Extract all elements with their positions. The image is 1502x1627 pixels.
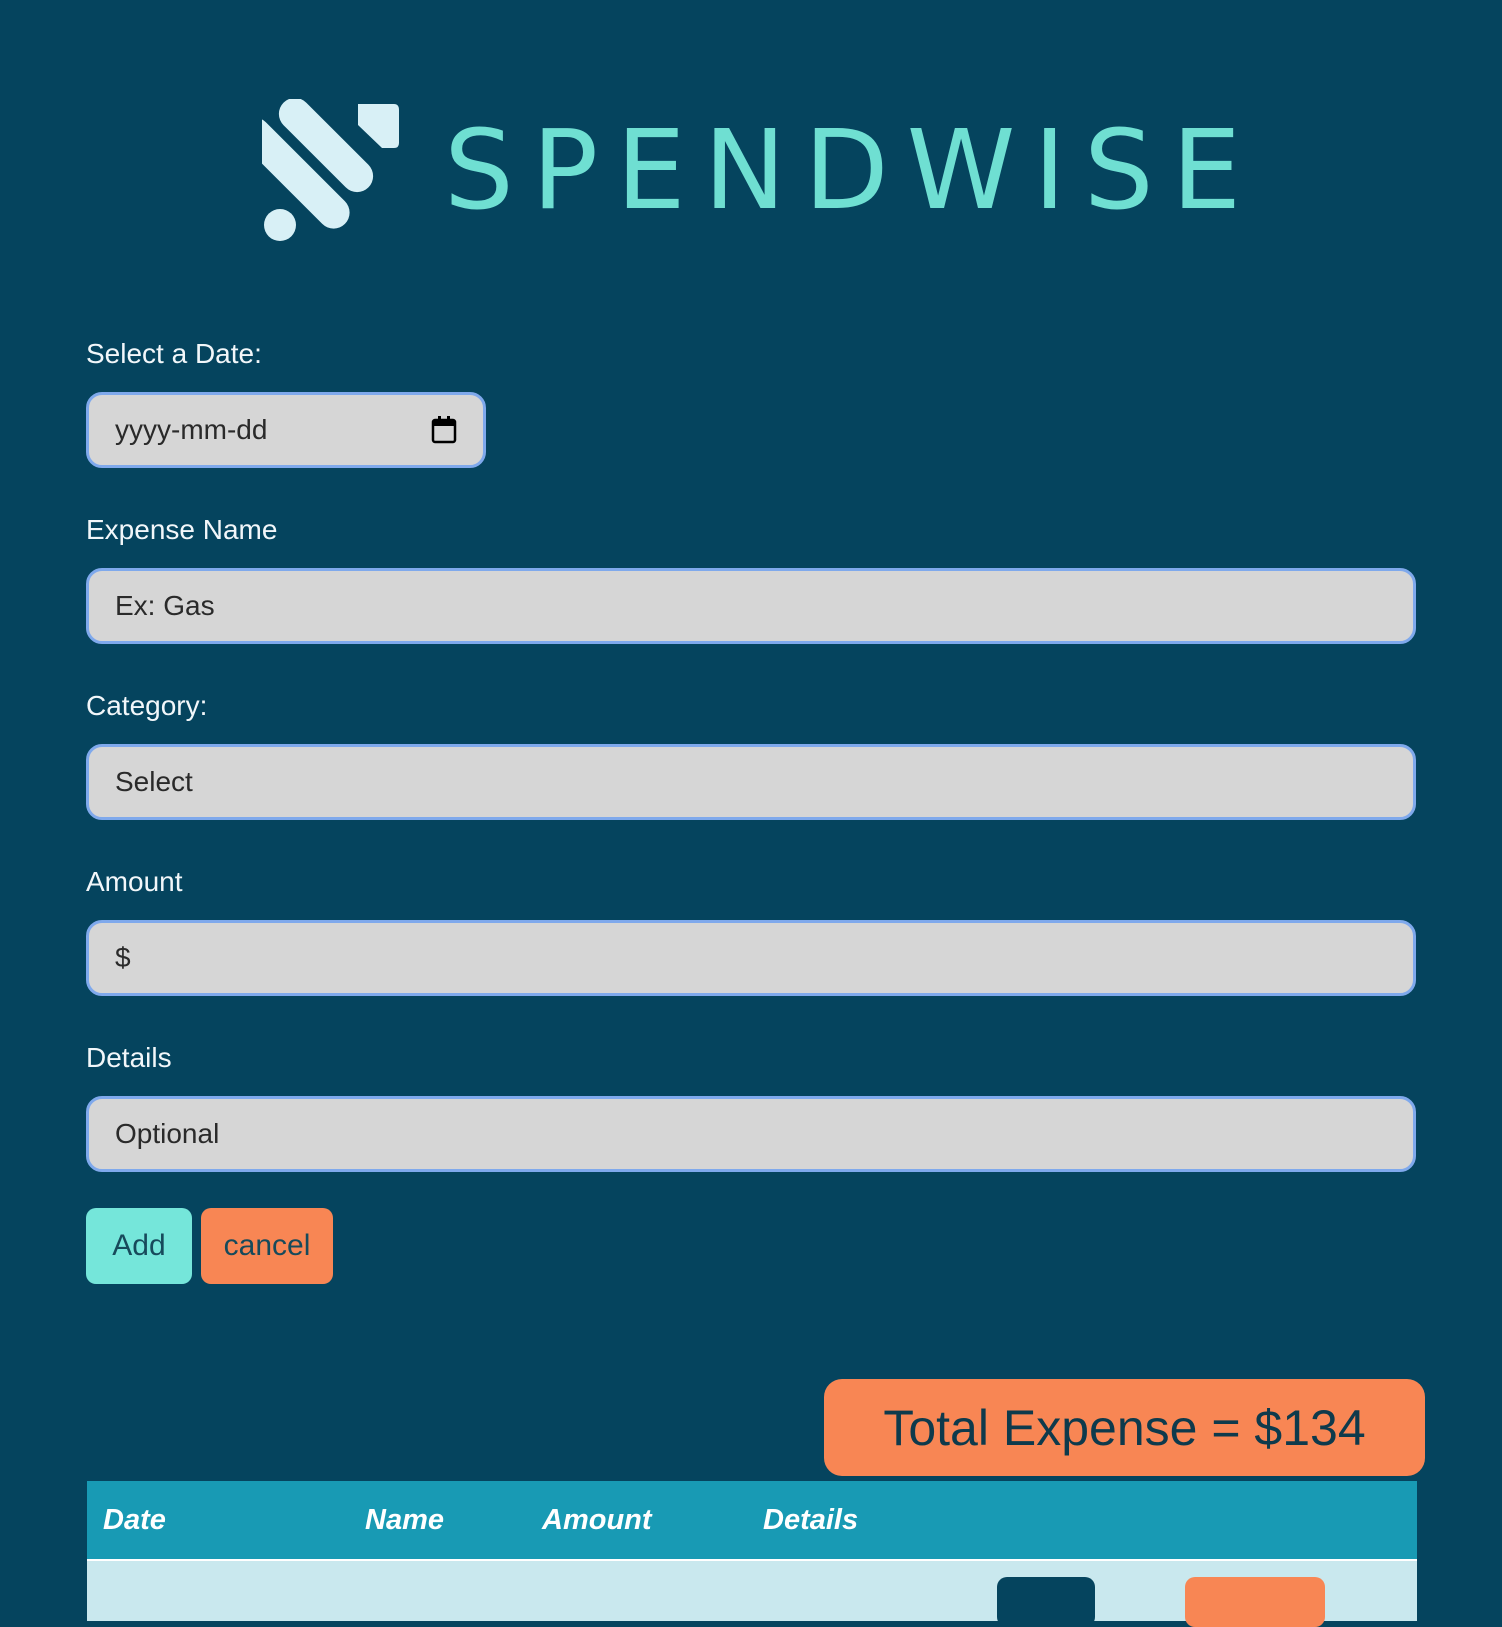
category-selected-value: Select [115,766,193,797]
logo: SPENDWISE [262,96,1259,244]
add-button[interactable]: Add [86,1208,192,1284]
expense-name-input[interactable]: Ex: Gas [86,568,1416,644]
expense-name-placeholder: Ex: Gas [115,590,215,621]
cancel-button[interactable]: cancel [201,1208,333,1284]
date-placeholder: yyyy-mm-dd [115,414,268,445]
details-label: Details [86,1042,172,1073]
column-header-name: Name [365,1503,444,1536]
column-header-amount: Amount [542,1503,652,1536]
column-header-date: Date [103,1503,166,1536]
amount-input[interactable]: $ [86,920,1416,996]
amount-label: Amount [86,866,183,897]
brand-name: SPENDWISE [444,106,1260,234]
details-placeholder: Optional [115,1118,220,1149]
column-header-details: Details [763,1503,859,1536]
details-input[interactable]: Optional [86,1096,1416,1172]
edit-button[interactable] [997,1577,1095,1627]
amount-placeholder: $ [115,942,131,973]
calendar-icon[interactable] [431,416,457,444]
date-label: Select a Date: [86,338,262,369]
table-row [87,1559,1417,1627]
delete-button[interactable] [1185,1577,1325,1627]
spendwise-logo-icon [262,99,399,241]
expense-table: Date Name Amount Details [87,1481,1417,1627]
category-label: Category: [86,690,208,721]
date-input[interactable]: yyyy-mm-dd [86,392,486,468]
expense-name-label: Expense Name [86,514,278,545]
table-header: Date Name Amount Details [87,1481,1417,1559]
total-expense-badge: Total Expense = $134 [824,1379,1425,1476]
category-select[interactable]: Select [86,744,1416,820]
